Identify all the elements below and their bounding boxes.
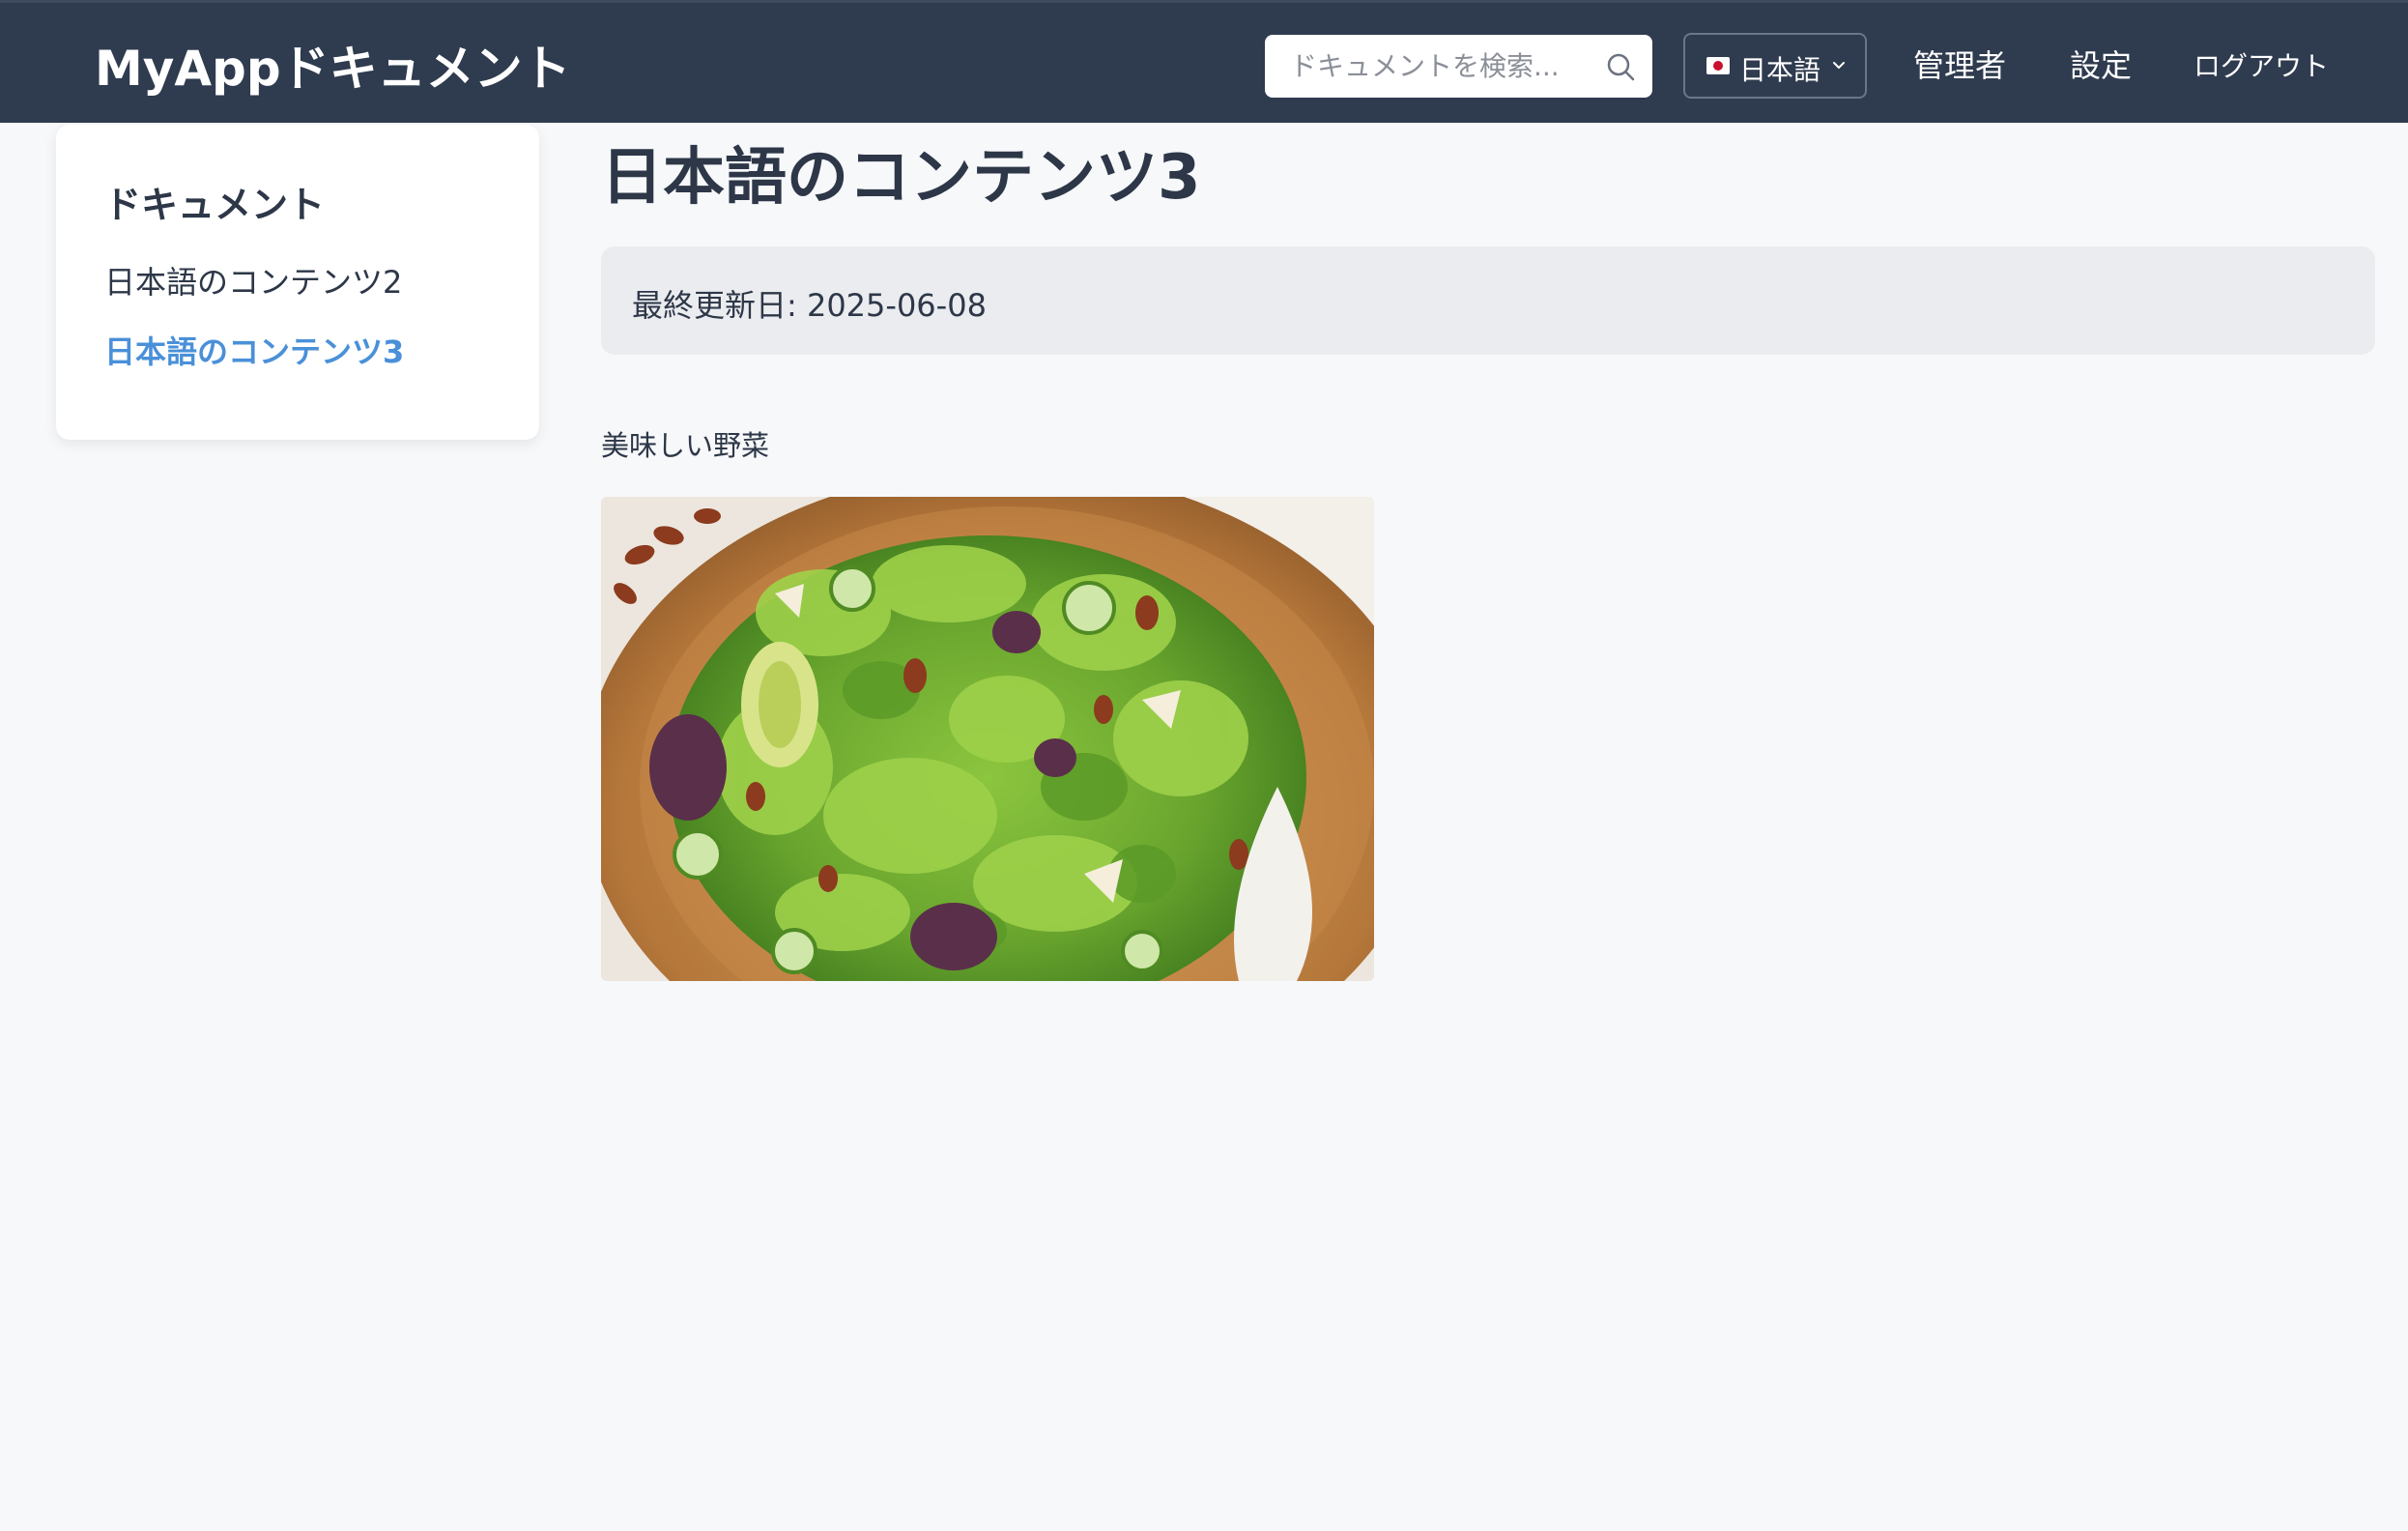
- japan-flag-icon: [1706, 57, 1730, 74]
- top-navigation-bar: MyAppドキュメント 日本語 管理者 設定 ログアウト: [0, 0, 2408, 123]
- last-updated-text: 最終更新日: 2025-06-08: [632, 287, 987, 324]
- image-caption: 美味しい野菜: [601, 429, 770, 462]
- sidebar-title: ドキュメント: [104, 184, 326, 226]
- nav-settings-link[interactable]: 設定: [2070, 42, 2132, 86]
- brand-logo[interactable]: MyAppドキュメント: [95, 30, 571, 100]
- search-box[interactable]: [1265, 35, 1652, 98]
- chevron-down-icon: [1830, 56, 1848, 73]
- search-icon[interactable]: [1605, 51, 1636, 82]
- page-title: 日本語のコンテンツ3: [601, 142, 1201, 214]
- nav-admin-link[interactable]: 管理者: [1913, 42, 2006, 86]
- sidebar-item-content-3[interactable]: 日本語のコンテンツ3: [104, 328, 404, 372]
- nav-logout-link[interactable]: ログアウト: [2193, 45, 2329, 84]
- last-updated-box: 最終更新日: 2025-06-08: [601, 246, 2375, 355]
- salad-photo: [601, 497, 1374, 981]
- sidebar: ドキュメント 日本語のコンテンツ2 日本語のコンテンツ3: [56, 125, 539, 440]
- language-selector[interactable]: 日本語: [1683, 33, 1867, 99]
- sidebar-item-content-2[interactable]: 日本語のコンテンツ2: [104, 258, 402, 303]
- search-input[interactable]: [1265, 35, 1593, 98]
- language-label: 日本語: [1739, 54, 1821, 86]
